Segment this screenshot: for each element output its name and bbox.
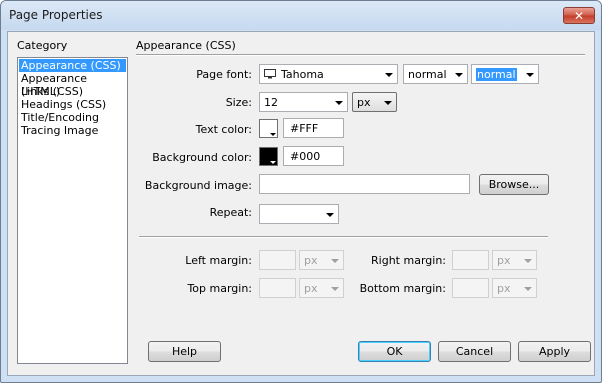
top-margin-unit-select[interactable]: px [299, 278, 344, 298]
chevron-down-icon [526, 73, 534, 77]
text-color-swatch[interactable] [259, 119, 278, 138]
dialog-body: Category Appearance (CSS) Appearance (HT… [7, 31, 595, 376]
chevron-down-icon [385, 73, 393, 77]
page-font-select[interactable]: Tahoma [259, 64, 398, 84]
right-margin-label: Right margin: [371, 254, 446, 267]
swatch-dropdown-icon [270, 161, 276, 164]
font-weight-value: normal [476, 68, 517, 81]
repeat-select[interactable] [259, 204, 339, 224]
page-font-value: Tahoma [281, 68, 324, 81]
chevron-down-icon [335, 101, 343, 105]
top-margin-unit: px [304, 282, 318, 295]
monitor-icon [264, 69, 276, 79]
background-color-field[interactable]: #000 [283, 146, 344, 166]
left-margin-label: Left margin: [185, 254, 252, 267]
window-title: Page Properties [9, 8, 103, 22]
font-style-select[interactable]: normal [403, 64, 468, 84]
chevron-down-icon [524, 259, 532, 263]
margins-divider-highlight [139, 237, 548, 238]
size-unit-select[interactable]: px [352, 92, 397, 112]
category-label: Category [17, 39, 68, 52]
category-item-title-encoding[interactable]: Title/Encoding [19, 111, 126, 124]
text-color-field[interactable]: #FFF [283, 118, 344, 138]
size-value: 12 [264, 96, 278, 109]
size-unit-value: px [357, 96, 371, 109]
category-item-headings-css[interactable]: Headings (CSS) [19, 98, 126, 111]
browse-button[interactable]: Browse... [479, 174, 549, 195]
text-color-value: #FFF [290, 122, 319, 135]
chevron-down-icon [326, 213, 334, 217]
cancel-button[interactable]: Cancel [438, 341, 511, 362]
background-color-swatch[interactable] [259, 147, 278, 166]
bottom-margin-unit: px [497, 282, 511, 295]
left-margin-unit: px [304, 254, 318, 267]
chevron-down-icon [384, 101, 392, 105]
font-weight-value-wrap: normal [476, 68, 517, 81]
page-properties-dialog: Page Properties ✕ Category Appearance (C… [0, 0, 602, 383]
background-image-label: Background image: [144, 179, 252, 192]
bottom-margin-field[interactable] [452, 278, 489, 298]
page-font-label: Page font: [196, 68, 252, 81]
chevron-down-icon [524, 287, 532, 291]
close-icon: ✕ [573, 9, 585, 23]
bottom-margin-unit-select[interactable]: px [492, 278, 537, 298]
chevron-down-icon [455, 73, 463, 77]
swatch-dropdown-icon [270, 133, 276, 136]
chevron-down-icon [331, 259, 339, 263]
top-margin-field[interactable] [259, 278, 296, 298]
background-color-value: #000 [290, 150, 321, 163]
text-color-label: Text color: [195, 123, 252, 136]
category-item-links-css[interactable]: Links (CSS) [19, 85, 126, 98]
section-title: Appearance (CSS) [136, 39, 236, 52]
title-bar[interactable]: Page Properties ✕ [1, 1, 601, 30]
right-margin-field[interactable] [452, 250, 489, 270]
font-style-value: normal [408, 68, 447, 81]
background-color-label: Background color: [152, 151, 252, 164]
background-image-field[interactable] [259, 174, 470, 194]
category-list[interactable]: Appearance (CSS) Appearance (HTML) Links… [17, 57, 128, 364]
category-item-appearance-css[interactable]: Appearance (CSS) [19, 59, 126, 72]
right-margin-unit: px [497, 254, 511, 267]
help-button[interactable]: Help [148, 341, 221, 362]
bottom-margin-label: Bottom margin: [359, 282, 446, 295]
left-margin-field[interactable] [259, 250, 296, 270]
font-weight-select[interactable]: normal [471, 64, 539, 84]
right-margin-unit-select[interactable]: px [492, 250, 537, 270]
category-item-appearance-html[interactable]: Appearance (HTML) [19, 72, 126, 98]
left-margin-unit-select[interactable]: px [299, 250, 344, 270]
apply-button[interactable]: Apply [518, 341, 591, 362]
repeat-label: Repeat: [209, 206, 252, 219]
top-margin-label: Top margin: [187, 282, 252, 295]
ok-button[interactable]: OK [358, 341, 431, 362]
size-select[interactable]: 12 [259, 92, 348, 112]
size-label: Size: [225, 96, 252, 109]
chevron-down-icon [331, 287, 339, 291]
section-divider-highlight [136, 55, 585, 56]
close-button[interactable]: ✕ [563, 7, 595, 24]
category-item-tracing-image[interactable]: Tracing Image [19, 124, 126, 137]
